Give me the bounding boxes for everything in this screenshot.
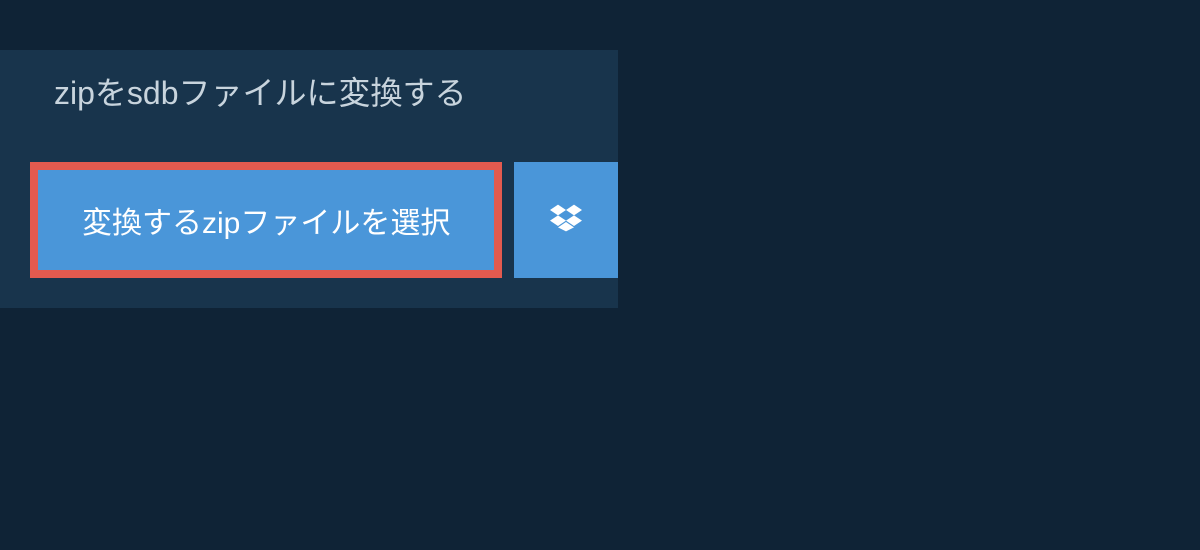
dropbox-icon — [550, 202, 582, 239]
dropbox-button[interactable] — [514, 162, 618, 278]
page-title: zipをsdbファイルに変換する — [54, 68, 467, 114]
select-file-button[interactable]: 変換するzipファイルを選択 — [30, 162, 502, 278]
button-row: 変換するzipファイルを選択 — [30, 162, 618, 278]
select-file-label: 変換するzipファイルを選択 — [82, 198, 450, 242]
converter-panel: zipをsdbファイルに変換する 変換するzipファイルを選択 — [0, 50, 618, 308]
heading-container: zipをsdbファイルに変換する — [30, 50, 491, 132]
